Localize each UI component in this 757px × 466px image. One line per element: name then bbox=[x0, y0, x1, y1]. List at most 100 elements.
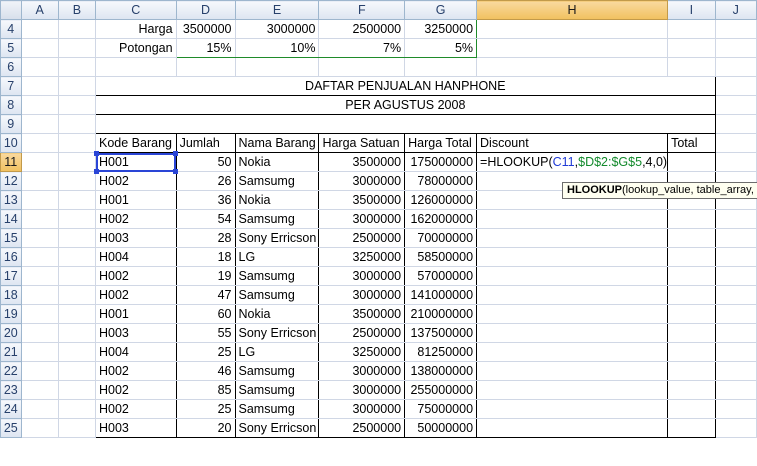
cell-discount[interactable] bbox=[476, 380, 669, 400]
select-all-corner[interactable] bbox=[0, 0, 22, 20]
cell-empty[interactable] bbox=[57, 95, 97, 115]
row-header[interactable]: 16 bbox=[0, 247, 22, 267]
cell-empty[interactable] bbox=[714, 114, 757, 134]
cell-empty[interactable] bbox=[20, 361, 59, 381]
formula-text[interactable]: =HLOOKUP(C11,$D$2:$G$5,4,0) bbox=[480, 153, 668, 171]
cell-empty[interactable] bbox=[20, 323, 59, 343]
cell-empty[interactable] bbox=[20, 342, 59, 362]
col-header-e[interactable]: E bbox=[234, 0, 320, 20]
cell-nama-barang[interactable]: Samsumg bbox=[234, 380, 320, 400]
cell-nama-barang[interactable]: Samsumg bbox=[234, 399, 320, 419]
spreadsheet-grid[interactable]: A B C D E F G H I J 4 Harga 3500000 3000000 2500000 325… bbox=[0, 0, 757, 466]
header-total[interactable]: Total bbox=[667, 133, 716, 153]
cell-empty[interactable] bbox=[714, 95, 757, 115]
row-header[interactable]: 18 bbox=[0, 285, 22, 305]
cell-nama-barang[interactable]: Samsumg bbox=[234, 266, 320, 286]
cell-nama-barang[interactable]: Samsumg bbox=[234, 361, 320, 381]
cell-harga-satuan[interactable]: 3000000 bbox=[318, 361, 406, 381]
cell-jumlah[interactable]: 25 bbox=[175, 399, 236, 419]
cell-empty[interactable] bbox=[20, 133, 59, 153]
cell-empty[interactable] bbox=[57, 152, 97, 172]
cell-empty[interactable] bbox=[714, 266, 757, 286]
cell-kode-barang[interactable]: H002 bbox=[95, 380, 177, 400]
cell-empty[interactable] bbox=[714, 152, 757, 172]
tooltip-function-name[interactable]: HLOOKUP bbox=[567, 184, 622, 196]
cell-j5[interactable] bbox=[714, 38, 757, 58]
cell-empty[interactable] bbox=[714, 247, 757, 267]
cell-empty[interactable] bbox=[57, 190, 97, 210]
cell-discount[interactable] bbox=[476, 209, 669, 229]
cell-harga-total[interactable]: 75000000 bbox=[404, 399, 478, 419]
cell-harga-satuan[interactable]: 2500000 bbox=[318, 228, 406, 248]
cell-nama-barang[interactable]: Nokia bbox=[234, 190, 320, 210]
cell-empty[interactable] bbox=[57, 133, 97, 153]
col-header-b[interactable]: B bbox=[57, 0, 97, 20]
cell-empty[interactable] bbox=[20, 247, 59, 267]
header-harga-total[interactable]: Harga Total bbox=[404, 133, 478, 153]
cell-nama-barang[interactable]: LG bbox=[234, 247, 320, 267]
cell-harga-satuan[interactable]: 3000000 bbox=[318, 266, 406, 286]
cell-total[interactable] bbox=[667, 380, 716, 400]
cell-empty[interactable] bbox=[57, 380, 97, 400]
cell-jumlah[interactable]: 26 bbox=[175, 171, 236, 191]
cell-nama-barang[interactable]: Sony Erricson bbox=[234, 228, 320, 248]
cell-empty[interactable] bbox=[714, 399, 757, 419]
cell-empty[interactable] bbox=[57, 57, 97, 77]
cell-harga-satuan[interactable]: 2500000 bbox=[318, 323, 406, 343]
cell-total[interactable] bbox=[667, 209, 716, 229]
cell-a5[interactable] bbox=[20, 38, 59, 58]
cell-harga-total[interactable]: 81250000 bbox=[404, 342, 478, 362]
cell-empty[interactable] bbox=[57, 399, 97, 419]
cell-total[interactable] bbox=[667, 228, 716, 248]
cell-empty[interactable] bbox=[57, 266, 97, 286]
cell-potongan-value[interactable]: 15% bbox=[175, 38, 236, 58]
cell-discount[interactable] bbox=[476, 399, 669, 419]
cell-jumlah[interactable]: 85 bbox=[175, 380, 236, 400]
col-header-a[interactable]: A bbox=[20, 0, 59, 20]
row-header[interactable]: 8 bbox=[0, 95, 22, 115]
cell-empty[interactable] bbox=[20, 57, 59, 77]
cell-empty[interactable] bbox=[476, 57, 669, 77]
cell-total[interactable] bbox=[667, 304, 716, 324]
cell-empty[interactable] bbox=[714, 76, 757, 96]
cell-harga-satuan[interactable]: 3000000 bbox=[318, 380, 406, 400]
cell-a4[interactable] bbox=[20, 19, 59, 39]
row-header[interactable]: 6 bbox=[0, 57, 22, 77]
cell-empty[interactable] bbox=[714, 361, 757, 381]
cell-nama-barang[interactable]: Nokia bbox=[234, 152, 320, 172]
cell-empty[interactable] bbox=[20, 418, 59, 438]
row-header[interactable]: 11 bbox=[0, 152, 22, 172]
cell-kode-barang[interactable]: H002 bbox=[95, 266, 177, 286]
cell-empty[interactable] bbox=[714, 228, 757, 248]
table-subtitle[interactable]: PER AGUSTUS 2008 bbox=[95, 95, 716, 115]
cell-total[interactable] bbox=[667, 285, 716, 305]
cell-harga-total[interactable]: 126000000 bbox=[404, 190, 478, 210]
cell-total[interactable] bbox=[667, 418, 716, 438]
cell-empty[interactable] bbox=[20, 304, 59, 324]
row-header[interactable]: 4 bbox=[0, 19, 22, 39]
cell-empty[interactable] bbox=[318, 57, 406, 77]
cell-discount[interactable] bbox=[476, 304, 669, 324]
cell-harga-satuan[interactable]: 3500000 bbox=[318, 304, 406, 324]
cell-empty[interactable] bbox=[714, 304, 757, 324]
cell-b4[interactable] bbox=[57, 19, 97, 39]
cell-discount[interactable] bbox=[476, 342, 669, 362]
cell-empty[interactable] bbox=[714, 285, 757, 305]
cell-kode-barang[interactable]: H002 bbox=[95, 361, 177, 381]
cell-jumlah[interactable]: 50 bbox=[175, 152, 236, 172]
cell-harga-total[interactable]: 138000000 bbox=[404, 361, 478, 381]
row-header[interactable]: 14 bbox=[0, 209, 22, 229]
col-header-i[interactable]: I bbox=[667, 0, 716, 20]
cell-kode-barang[interactable]: H001 bbox=[95, 190, 177, 210]
row-header[interactable]: 21 bbox=[0, 342, 22, 362]
cell-jumlah[interactable]: 47 bbox=[175, 285, 236, 305]
selection-handle[interactable] bbox=[93, 168, 99, 174]
cell-harga-value[interactable]: 3250000 bbox=[404, 19, 478, 39]
cell-empty[interactable] bbox=[20, 76, 59, 96]
cell-jumlah[interactable]: 55 bbox=[175, 323, 236, 343]
cell-empty[interactable] bbox=[57, 228, 97, 248]
cell-empty[interactable] bbox=[714, 418, 757, 438]
cell-b5[interactable] bbox=[57, 38, 97, 58]
col-header-j[interactable]: J bbox=[714, 0, 757, 20]
cell-jumlah[interactable]: 25 bbox=[175, 342, 236, 362]
